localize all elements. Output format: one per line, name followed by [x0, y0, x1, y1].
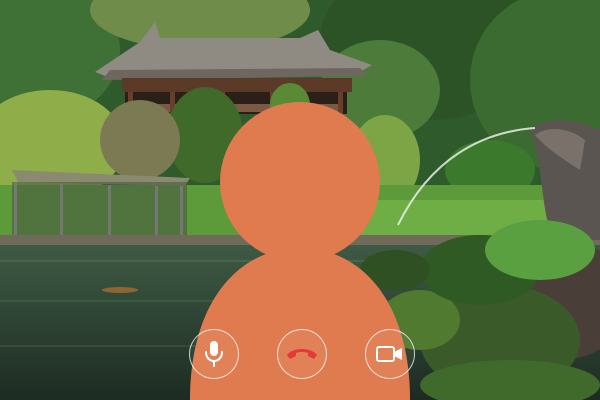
- microphone-button[interactable]: [189, 329, 239, 379]
- microphone-icon: [205, 341, 223, 367]
- camera-button[interactable]: [365, 329, 415, 379]
- end-call-button[interactable]: [277, 329, 327, 379]
- phone-hangup-icon: [287, 349, 317, 359]
- video-camera-icon: [376, 346, 402, 362]
- video-call-screen: [0, 0, 600, 400]
- call-controls: [0, 0, 600, 400]
